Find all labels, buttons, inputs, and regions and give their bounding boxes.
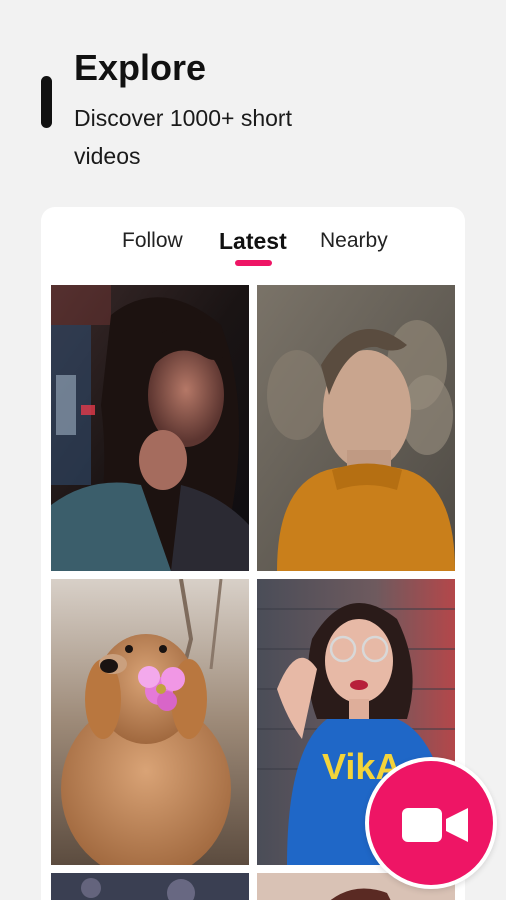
video-thumbnail[interactable] xyxy=(51,579,249,865)
tab-nearby[interactable]: Nearby xyxy=(320,227,388,255)
page-subtitle: Discover 1000+ short videos xyxy=(74,105,292,169)
video-thumbnail[interactable] xyxy=(51,873,249,900)
tab-latest[interactable]: Latest xyxy=(219,227,287,255)
woman-neon-thumbnail-image xyxy=(51,285,249,571)
tab-follow[interactable]: Follow xyxy=(122,227,183,255)
video-camera-icon xyxy=(402,808,468,842)
record-video-button[interactable] xyxy=(365,757,497,889)
explore-screen: Explore Discover 1000+ short videos Foll… xyxy=(0,0,506,900)
record-button-fill xyxy=(369,761,493,885)
video-thumbnail[interactable] xyxy=(51,285,249,571)
title-accent-bar xyxy=(41,76,52,128)
page-title: Explore xyxy=(74,47,207,88)
active-tab-indicator xyxy=(235,260,272,266)
man-turtleneck-thumbnail-image xyxy=(257,285,455,571)
partial-thumbnail-image xyxy=(51,873,249,900)
feed-tabs: Follow Latest Nearby xyxy=(41,207,465,285)
golden-retriever-thumbnail-image xyxy=(51,579,249,865)
video-thumbnail[interactable] xyxy=(257,285,455,571)
